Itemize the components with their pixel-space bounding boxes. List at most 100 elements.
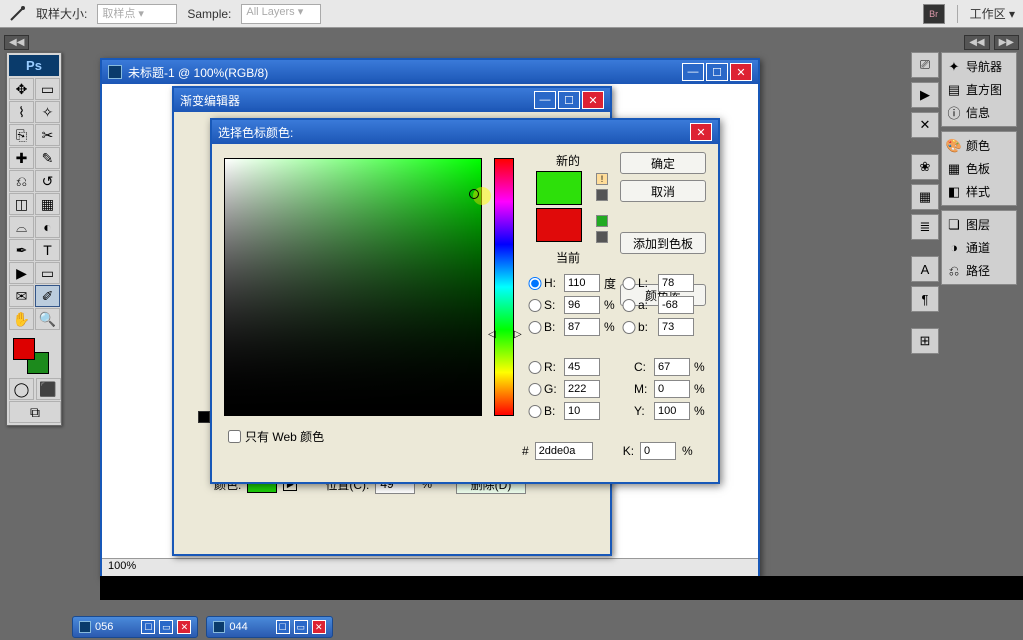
- gradient-stop-black[interactable]: [198, 411, 210, 423]
- lightness-input[interactable]: [658, 274, 694, 292]
- wand-tool[interactable]: ✧: [35, 101, 60, 123]
- panel-channels[interactable]: ◑通道: [944, 236, 1014, 259]
- mini-max-icon[interactable]: ▭: [294, 620, 308, 634]
- panel-btn-7[interactable]: A: [911, 256, 939, 282]
- mini-restore-icon[interactable]: ☐: [141, 620, 155, 634]
- eyedropper-tool[interactable]: ✐: [35, 285, 60, 307]
- notes-tool[interactable]: ✉: [9, 285, 34, 307]
- bridge-icon[interactable]: Br: [923, 4, 945, 24]
- hand-tool[interactable]: ✋: [9, 308, 34, 330]
- gradient-tool[interactable]: ▦: [35, 193, 60, 215]
- gamut-swatch[interactable]: [596, 189, 608, 201]
- heal-tool[interactable]: ✚: [9, 147, 34, 169]
- panel-color[interactable]: 🎨颜色: [944, 134, 1014, 157]
- move-tool[interactable]: ✥: [9, 78, 34, 100]
- red-radio[interactable]: [528, 361, 542, 374]
- path-select-tool[interactable]: ▶: [9, 262, 34, 284]
- collapse-left-icon[interactable]: ◀◀: [4, 35, 29, 50]
- yellow-input[interactable]: [654, 402, 690, 420]
- lasso-tool[interactable]: ⌇: [9, 101, 34, 123]
- lab-a-input[interactable]: [658, 296, 694, 314]
- panel-info[interactable]: ⓘ信息: [944, 101, 1014, 124]
- green-input[interactable]: [564, 380, 600, 398]
- maximize-button[interactable]: ☐: [706, 63, 728, 81]
- brightness-input[interactable]: [564, 318, 600, 336]
- lab-b-input[interactable]: [658, 318, 694, 336]
- panel-paths[interactable]: ⎌路径: [944, 259, 1014, 282]
- gradient-maximize-button[interactable]: ☐: [558, 91, 580, 109]
- websafe-cube-icon[interactable]: [596, 215, 608, 227]
- lightness-radio[interactable]: [622, 277, 636, 290]
- panel-histogram[interactable]: ▤直方图: [944, 78, 1014, 101]
- mini-close-icon[interactable]: ✕: [177, 620, 191, 634]
- gamut-warning-icon[interactable]: !: [596, 173, 608, 185]
- minimized-doc-b[interactable]: 044 ☐ ▭ ✕: [206, 616, 332, 638]
- panel-btn-1[interactable]: ⎚: [911, 52, 939, 78]
- crop-tool[interactable]: ⎘: [9, 124, 34, 146]
- cancel-button[interactable]: 取消: [620, 180, 706, 202]
- web-only-checkbox[interactable]: 只有 Web 颜色: [228, 428, 324, 445]
- panel-btn-8[interactable]: ¶: [911, 286, 939, 312]
- minimized-doc-a[interactable]: 056 ☐ ▭ ✕: [72, 616, 198, 638]
- color-swatches[interactable]: [9, 334, 59, 374]
- history-brush-tool[interactable]: ↺: [35, 170, 60, 192]
- collapse-right-icon[interactable]: ◀◀: [964, 35, 989, 50]
- picker-close-button[interactable]: ✕: [690, 123, 712, 141]
- panel-btn-2[interactable]: ▶: [911, 82, 939, 108]
- quickmask-on-tool[interactable]: ⬛: [36, 378, 61, 400]
- panel-btn-9[interactable]: ⊞: [911, 328, 939, 354]
- mini-restore-icon[interactable]: ☐: [276, 620, 290, 634]
- brush-tool[interactable]: ✎: [35, 147, 60, 169]
- mini-max-icon[interactable]: ▭: [159, 620, 173, 634]
- magenta-input[interactable]: [654, 380, 690, 398]
- panel-btn-6[interactable]: ≣: [911, 214, 939, 240]
- gradient-titlebar[interactable]: 渐变编辑器 — ☐ ✕: [174, 88, 610, 112]
- shape-tool[interactable]: ▭: [35, 262, 60, 284]
- marquee-tool[interactable]: ▭: [35, 78, 60, 100]
- panel-btn-4[interactable]: ❀: [911, 154, 939, 180]
- green-radio[interactable]: [528, 383, 542, 396]
- dodge-tool[interactable]: ◐: [35, 216, 60, 238]
- cyan-input[interactable]: [654, 358, 690, 376]
- zoom-level[interactable]: 100%: [108, 560, 136, 572]
- sample-layers-select[interactable]: All Layers ▾: [241, 4, 321, 24]
- gradient-minimize-button[interactable]: —: [534, 91, 556, 109]
- saturation-brightness-field[interactable]: [224, 158, 482, 416]
- add-swatch-button[interactable]: 添加到色板: [620, 232, 706, 254]
- workspace-menu[interactable]: 工作区 ▾: [970, 5, 1015, 22]
- panel-btn-5[interactable]: ▦: [911, 184, 939, 210]
- panel-layers[interactable]: ❏图层: [944, 213, 1014, 236]
- hue-radio[interactable]: [528, 277, 542, 290]
- picker-cursor-icon[interactable]: [469, 189, 479, 199]
- blur-tool[interactable]: ⌓: [9, 216, 34, 238]
- mini-close-icon[interactable]: ✕: [312, 620, 326, 634]
- websafe-swatch[interactable]: [596, 231, 608, 243]
- saturation-radio[interactable]: [528, 299, 542, 312]
- lab-b-radio[interactable]: [622, 321, 636, 334]
- red-input[interactable]: [564, 358, 600, 376]
- current-color-preview[interactable]: [536, 208, 582, 242]
- brightness-radio[interactable]: [528, 321, 542, 334]
- black-input[interactable]: [640, 442, 676, 460]
- lab-a-radio[interactable]: [622, 299, 636, 312]
- picker-titlebar[interactable]: 选择色标颜色: ✕: [212, 120, 718, 144]
- hue-input[interactable]: [564, 274, 600, 292]
- panel-swatches[interactable]: ▦色板: [944, 157, 1014, 180]
- gradient-close-button[interactable]: ✕: [582, 91, 604, 109]
- panel-styles[interactable]: ◧样式: [944, 180, 1014, 203]
- blue-input[interactable]: [564, 402, 600, 420]
- type-tool[interactable]: T: [35, 239, 60, 261]
- document-titlebar[interactable]: 未标题-1 @ 100%(RGB/8) — ☐ ✕: [102, 60, 758, 84]
- zoom-tool[interactable]: 🔍: [35, 308, 60, 330]
- close-button[interactable]: ✕: [730, 63, 752, 81]
- sample-size-select[interactable]: 取样点 ▾: [97, 4, 177, 24]
- blue-radio[interactable]: [528, 405, 542, 418]
- hex-input[interactable]: [535, 442, 593, 460]
- web-only-input[interactable]: [228, 430, 241, 443]
- eraser-tool[interactable]: ◫: [9, 193, 34, 215]
- minimize-button[interactable]: —: [682, 63, 704, 81]
- pen-tool[interactable]: ✒: [9, 239, 34, 261]
- slice-tool[interactable]: ✂: [35, 124, 60, 146]
- saturation-input[interactable]: [564, 296, 600, 314]
- panel-navigator[interactable]: ✦导航器: [944, 55, 1014, 78]
